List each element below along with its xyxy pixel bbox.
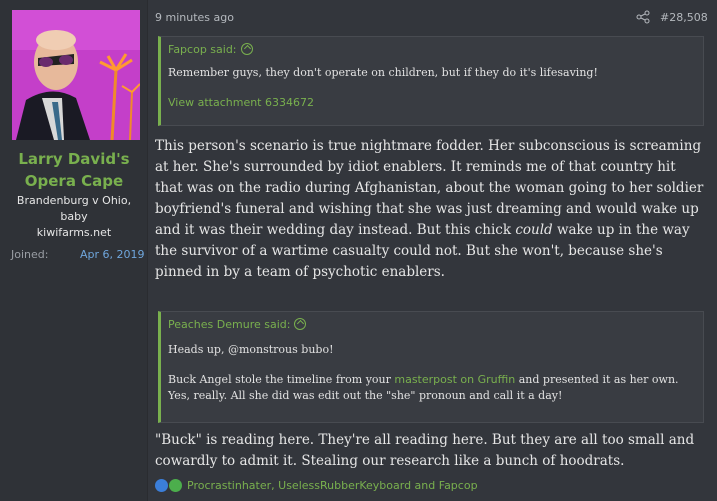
masterpost-link[interactable]: masterpost on Gruffin	[394, 373, 515, 386]
post-body-2: "Buck" is reading here. They're all read…	[155, 432, 695, 469]
avatar[interactable]	[12, 10, 140, 140]
reactions-bar[interactable]: Procrastinhater, UselessRubberKeyboard a…	[155, 477, 478, 493]
username[interactable]: Larry David's Opera Cape	[0, 148, 148, 192]
quote-body: Remember guys, they don't operate on chi…	[161, 59, 703, 111]
user-title-line1: Brandenburg v Ohio,	[16, 194, 132, 207]
quote-author[interactable]: Fapcop said:	[168, 43, 237, 56]
jump-to-quote-icon[interactable]	[240, 43, 253, 55]
jump-to-quote-icon[interactable]	[294, 318, 307, 330]
quote-body: Heads up, @monstrous bubo! Buck Angel st…	[161, 334, 703, 404]
joined-label: Joined:	[11, 248, 49, 261]
user-title: Brandenburg v Ohio, baby	[0, 193, 148, 225]
quote-header[interactable]: Fapcop said:	[161, 37, 703, 59]
post-body-emphasis: could	[515, 222, 553, 238]
quote-header[interactable]: Peaches Demure said:	[161, 312, 703, 334]
share-icon[interactable]	[636, 10, 650, 24]
quote-block: Peaches Demure said: Heads up, @monstrou…	[158, 311, 704, 423]
username-line1[interactable]: Larry David's	[0, 148, 148, 170]
agree-reaction-icon	[169, 478, 182, 492]
user-sidebar: Larry David's Opera Cape Brandenburg v O…	[0, 0, 148, 501]
quote-text-line1: Heads up, @monstrous bubo!	[168, 343, 334, 356]
user-site: kiwifarms.net	[36, 226, 112, 239]
joined-value: Apr 6, 2019	[80, 248, 145, 261]
quote-text-a: Buck Angel stole the timeline from your	[168, 373, 395, 386]
post-body: This person's scenario is true nightmare…	[155, 136, 705, 283]
quote-block: Fapcop said: Remember guys, they don't o…	[158, 36, 704, 126]
quote-text: Remember guys, they don't operate on chi…	[168, 66, 598, 79]
quote-text-line2: Buck Angel stole the timeline from your …	[168, 372, 696, 404]
username-line2[interactable]: Opera Cape	[0, 170, 148, 192]
attachment-link[interactable]: View attachment 6334672	[168, 95, 696, 111]
post-number[interactable]: #28,508	[660, 11, 708, 24]
post-main: 9 minutes ago #28,508 Fapcop said: Remem…	[155, 0, 710, 501]
forum-post: Larry David's Opera Cape Brandenburg v O…	[0, 0, 717, 501]
like-reaction-icon	[155, 478, 168, 492]
quote-author[interactable]: Peaches Demure said:	[168, 318, 290, 331]
post-timestamp[interactable]: 9 minutes ago	[155, 11, 234, 24]
user-title-line2: baby	[60, 210, 88, 223]
reaction-users[interactable]: Procrastinhater, UselessRubberKeyboard a…	[187, 479, 478, 492]
